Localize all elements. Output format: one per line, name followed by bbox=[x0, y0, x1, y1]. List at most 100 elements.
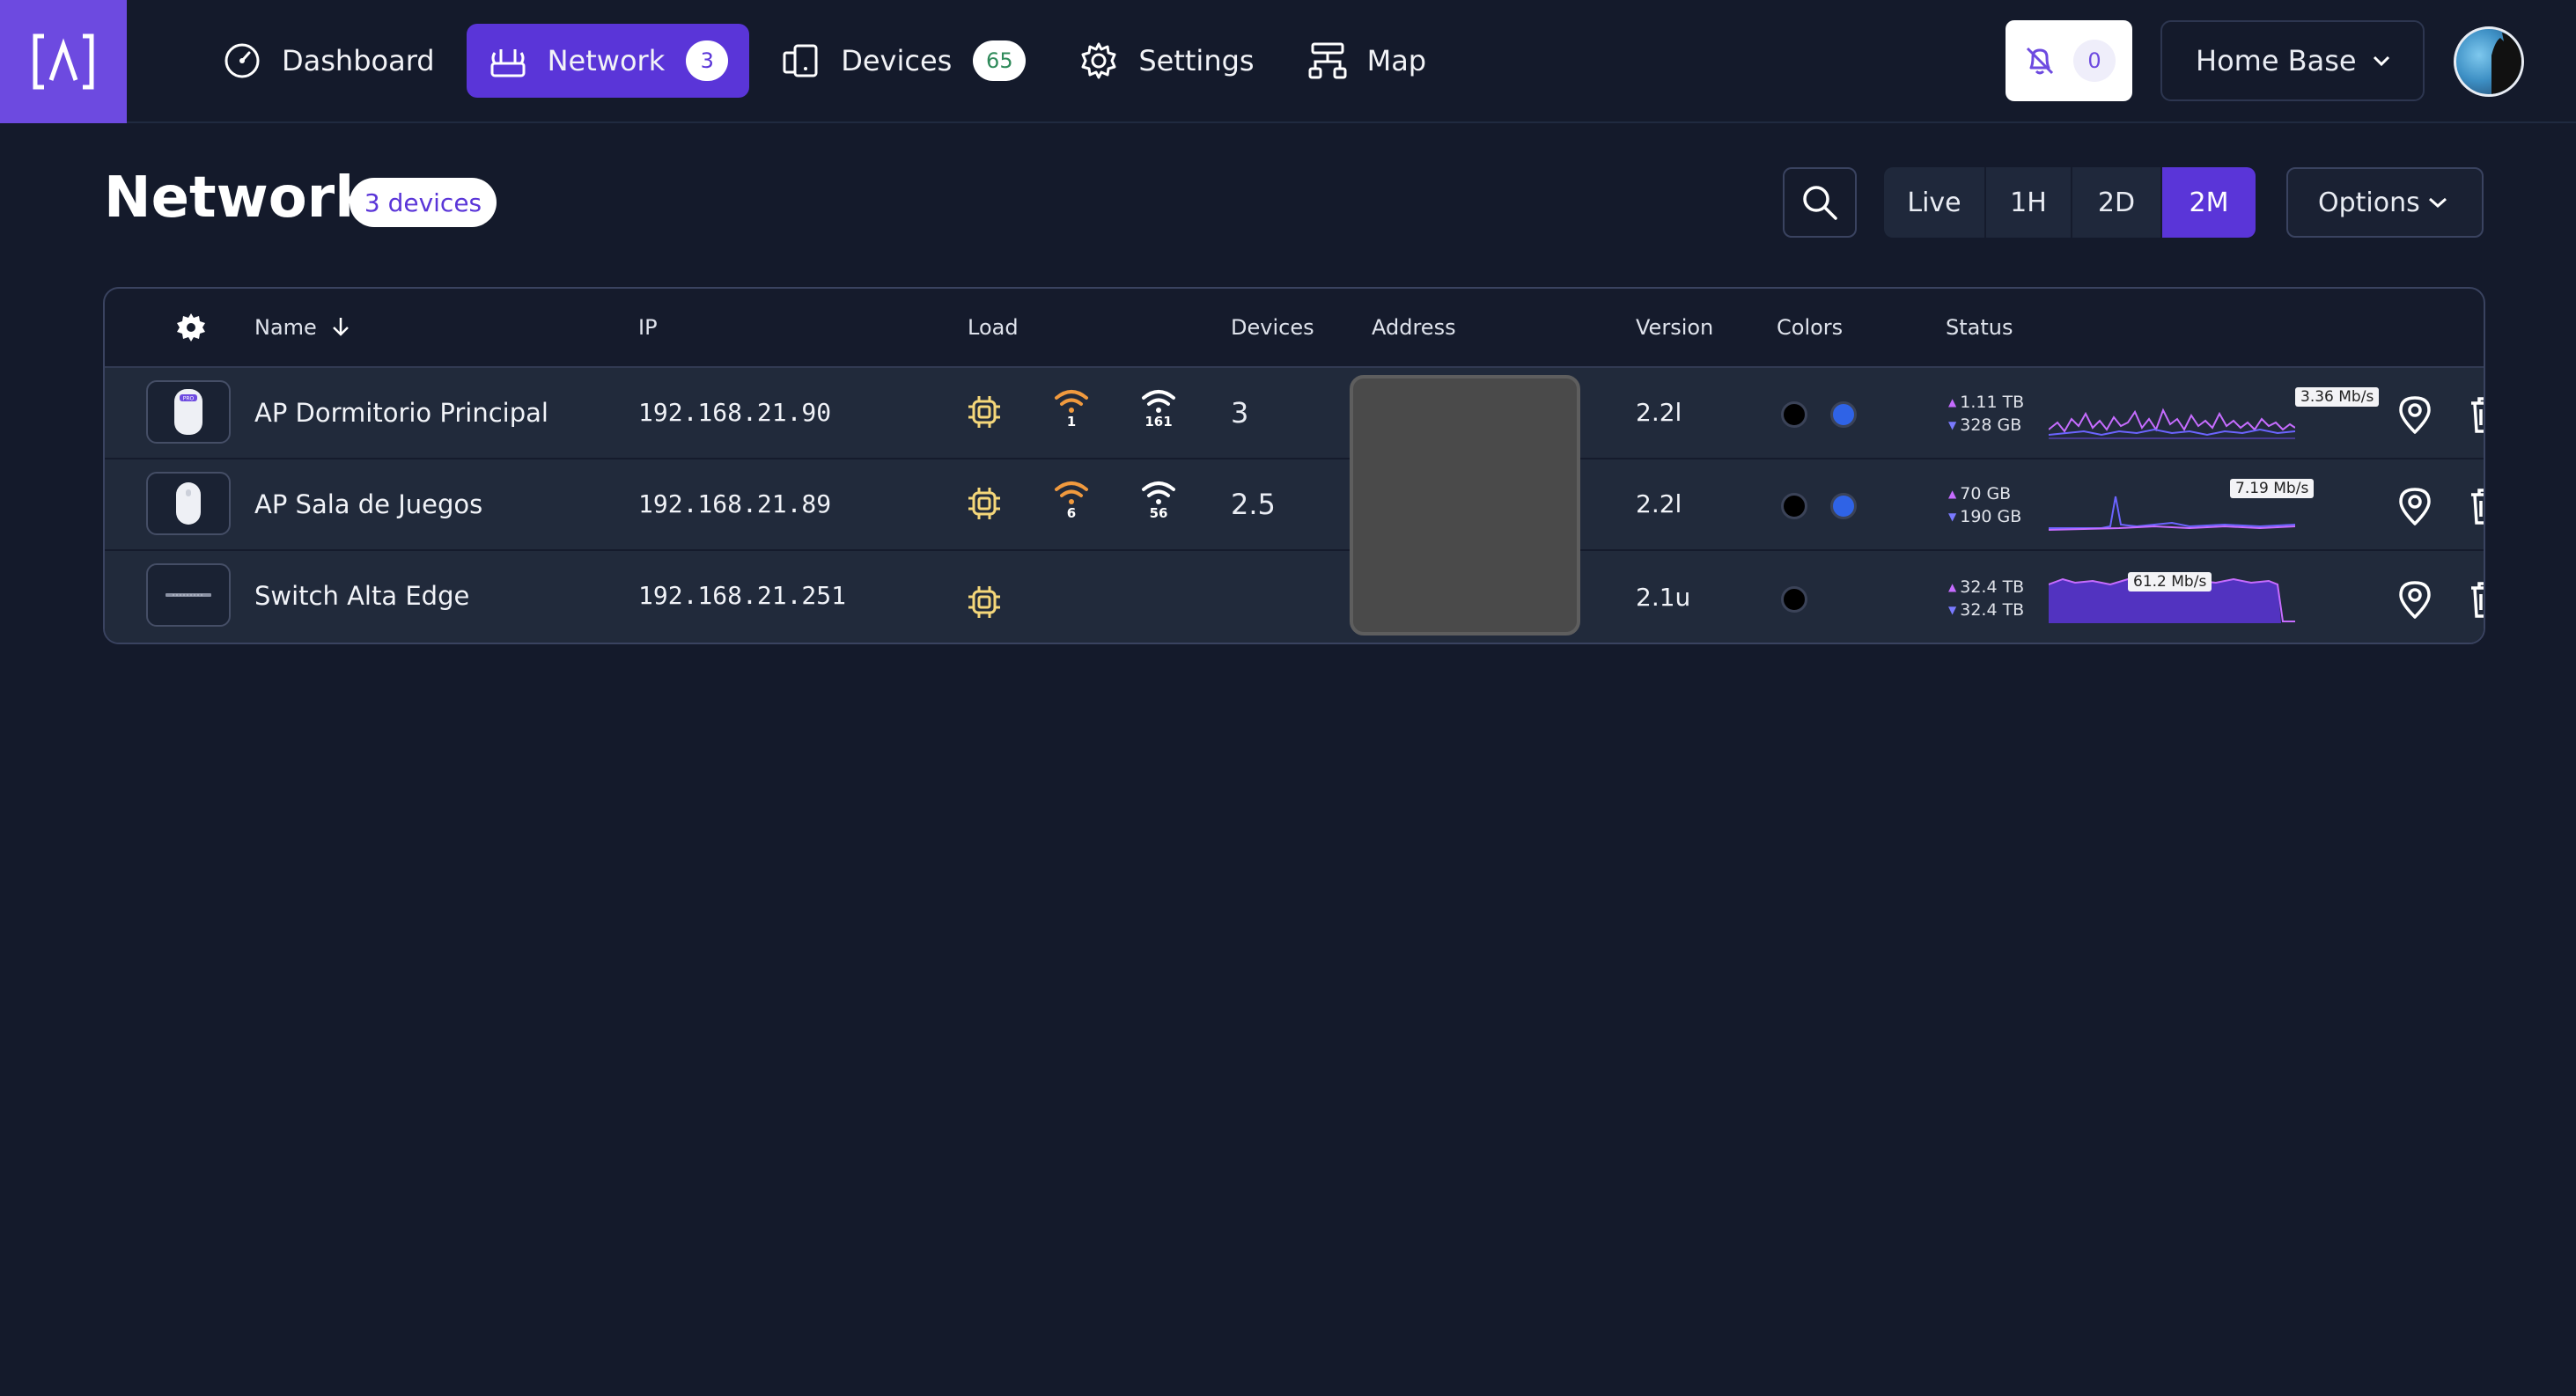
column-settings-icon[interactable] bbox=[175, 312, 207, 343]
table-row[interactable]: PRO AP Dormitorio Principal 192.168.21.9… bbox=[105, 368, 2484, 459]
color-swatch-black[interactable] bbox=[1781, 401, 1807, 428]
site-selector[interactable]: Home Base bbox=[2160, 20, 2425, 101]
upload-arrow-icon: ▲ bbox=[1948, 581, 1957, 593]
nav-dashboard[interactable]: Dashboard bbox=[201, 24, 456, 98]
wifi-5g-indicator: 56 bbox=[1137, 479, 1180, 521]
devices-count-badge: 65 bbox=[973, 40, 1027, 81]
delete-icon[interactable] bbox=[2468, 486, 2485, 526]
upload-total: ▲ 1.11 TB bbox=[1948, 393, 2024, 412]
firmware-version: 2.1u bbox=[1636, 583, 1691, 612]
table-row[interactable]: Switch Alta Edge 192.168.21.251 2.1u ▲ 32… bbox=[105, 551, 2485, 643]
wifi-2g-icon bbox=[1055, 481, 1088, 504]
range-2d[interactable]: 2D bbox=[2072, 167, 2162, 238]
speedometer-icon bbox=[222, 40, 262, 81]
nav-network-label: Network bbox=[547, 44, 666, 77]
traffic-rate-label: 7.19 Mb/s bbox=[2230, 479, 2315, 498]
color-swatch-black[interactable] bbox=[1781, 586, 1807, 613]
firmware-version: 2.2l bbox=[1636, 489, 1682, 518]
location-pin-icon[interactable] bbox=[2397, 579, 2432, 620]
sort-descending-icon bbox=[333, 318, 350, 336]
range-1h[interactable]: 1H bbox=[1986, 167, 2072, 238]
device-ip: 192.168.21.90 bbox=[638, 398, 832, 427]
upload-total-value: 1.11 TB bbox=[1960, 393, 2025, 412]
table-header: Name IP Load Devices Address Version Col… bbox=[105, 289, 2484, 368]
color-swatch-blue[interactable] bbox=[1830, 493, 1857, 519]
search-button[interactable] bbox=[1783, 167, 1857, 238]
device-name[interactable]: AP Dormitorio Principal bbox=[254, 398, 548, 428]
column-address[interactable]: Address bbox=[1372, 315, 1456, 340]
download-arrow-icon: ▼ bbox=[1948, 419, 1957, 431]
network-count-badge: 3 bbox=[686, 40, 729, 81]
column-devices[interactable]: Devices bbox=[1231, 315, 1314, 340]
user-avatar[interactable] bbox=[2454, 26, 2524, 97]
upload-arrow-icon: ▲ bbox=[1948, 488, 1957, 500]
column-colors[interactable]: Colors bbox=[1777, 315, 1843, 340]
wifi-5g-indicator: 161 bbox=[1137, 387, 1180, 430]
column-name-label: Name bbox=[254, 315, 317, 340]
wifi-5g-icon bbox=[1142, 481, 1175, 504]
topology-icon bbox=[1307, 40, 1348, 81]
wifi-2g-indicator: 1 bbox=[1050, 387, 1093, 430]
hand-icon bbox=[2491, 29, 2521, 94]
firmware-version: 2.2l bbox=[1636, 398, 1682, 427]
delete-icon[interactable] bbox=[2468, 394, 2485, 435]
table-row[interactable]: AP Sala de Juegos 192.168.21.89 6 56 2.5… bbox=[105, 459, 2484, 551]
column-status[interactable]: Status bbox=[1946, 315, 2013, 340]
device-ip: 192.168.21.251 bbox=[638, 581, 847, 610]
svg-text:PRO: PRO bbox=[183, 396, 195, 402]
gear-icon bbox=[1078, 40, 1119, 81]
delete-icon[interactable] bbox=[2468, 579, 2485, 620]
upload-arrow-icon: ▲ bbox=[1948, 396, 1957, 408]
wifi-2g-icon bbox=[1055, 390, 1088, 413]
download-total: ▼ 32.4 TB bbox=[1948, 600, 2024, 620]
nav-map-label: Map bbox=[1366, 44, 1427, 77]
download-total-value: 32.4 TB bbox=[1960, 600, 2025, 620]
nav-settings[interactable]: Settings bbox=[1057, 24, 1275, 98]
range-live[interactable]: Live bbox=[1884, 167, 1986, 238]
column-version[interactable]: Version bbox=[1636, 315, 1713, 340]
search-icon bbox=[1803, 186, 1837, 220]
router-icon bbox=[488, 40, 528, 81]
download-total: ▼ 328 GB bbox=[1948, 415, 2021, 435]
site-name: Home Base bbox=[2196, 44, 2357, 77]
device-name[interactable]: AP Sala de Juegos bbox=[254, 489, 482, 519]
top-navigation-bar: Dashboard Network 3 Devices 65 Settings bbox=[0, 0, 2576, 123]
column-load[interactable]: Load bbox=[968, 315, 1019, 340]
device-ip: 192.168.21.89 bbox=[638, 489, 832, 518]
device-count-pill: 3 devices bbox=[350, 178, 497, 227]
wifi-5g-clients: 56 bbox=[1149, 505, 1168, 521]
nav-devices[interactable]: Devices 65 bbox=[760, 24, 1047, 98]
device-name[interactable]: Switch Alta Edge bbox=[254, 581, 469, 611]
cpu-load-icon bbox=[968, 488, 1000, 519]
cpu-load-icon bbox=[968, 396, 1000, 428]
app-logo[interactable] bbox=[0, 0, 127, 123]
notifications-button[interactable]: 0 bbox=[2006, 20, 2132, 101]
device-thumbnail bbox=[146, 563, 231, 627]
address-redacted-block bbox=[1350, 375, 1580, 636]
upload-total-value: 32.4 TB bbox=[1960, 577, 2025, 597]
location-pin-icon[interactable] bbox=[2397, 394, 2432, 435]
device-thumbnail bbox=[146, 472, 231, 535]
wifi-2g-clients: 6 bbox=[1066, 505, 1077, 521]
logo-icon bbox=[33, 33, 94, 90]
chevron-down-icon bbox=[2429, 197, 2447, 209]
color-swatch-black[interactable] bbox=[1781, 493, 1807, 519]
options-dropdown[interactable]: Options bbox=[2286, 167, 2484, 238]
nav-network[interactable]: Network 3 bbox=[466, 24, 750, 98]
column-name[interactable]: Name bbox=[254, 315, 351, 340]
wifi-5g-clients: 161 bbox=[1144, 414, 1173, 430]
access-point-pro-icon: PRO bbox=[174, 389, 202, 435]
wifi-2g-indicator: 6 bbox=[1050, 479, 1093, 521]
location-pin-icon[interactable] bbox=[2397, 486, 2432, 526]
chevron-down-icon bbox=[2373, 55, 2390, 67]
bell-off-icon bbox=[2026, 47, 2054, 75]
nav-map[interactable]: Map bbox=[1286, 24, 1448, 98]
device-connected-count: 2.5 bbox=[1231, 488, 1276, 521]
nav-dashboard-label: Dashboard bbox=[282, 44, 435, 77]
network-devices-table: Name IP Load Devices Address Version Col… bbox=[103, 287, 2485, 644]
column-ip[interactable]: IP bbox=[638, 315, 658, 340]
color-swatch-blue[interactable] bbox=[1830, 401, 1857, 428]
upload-total: ▲ 32.4 TB bbox=[1948, 577, 2024, 597]
range-2m[interactable]: 2M bbox=[2162, 167, 2256, 238]
nav-settings-label: Settings bbox=[1138, 44, 1255, 77]
